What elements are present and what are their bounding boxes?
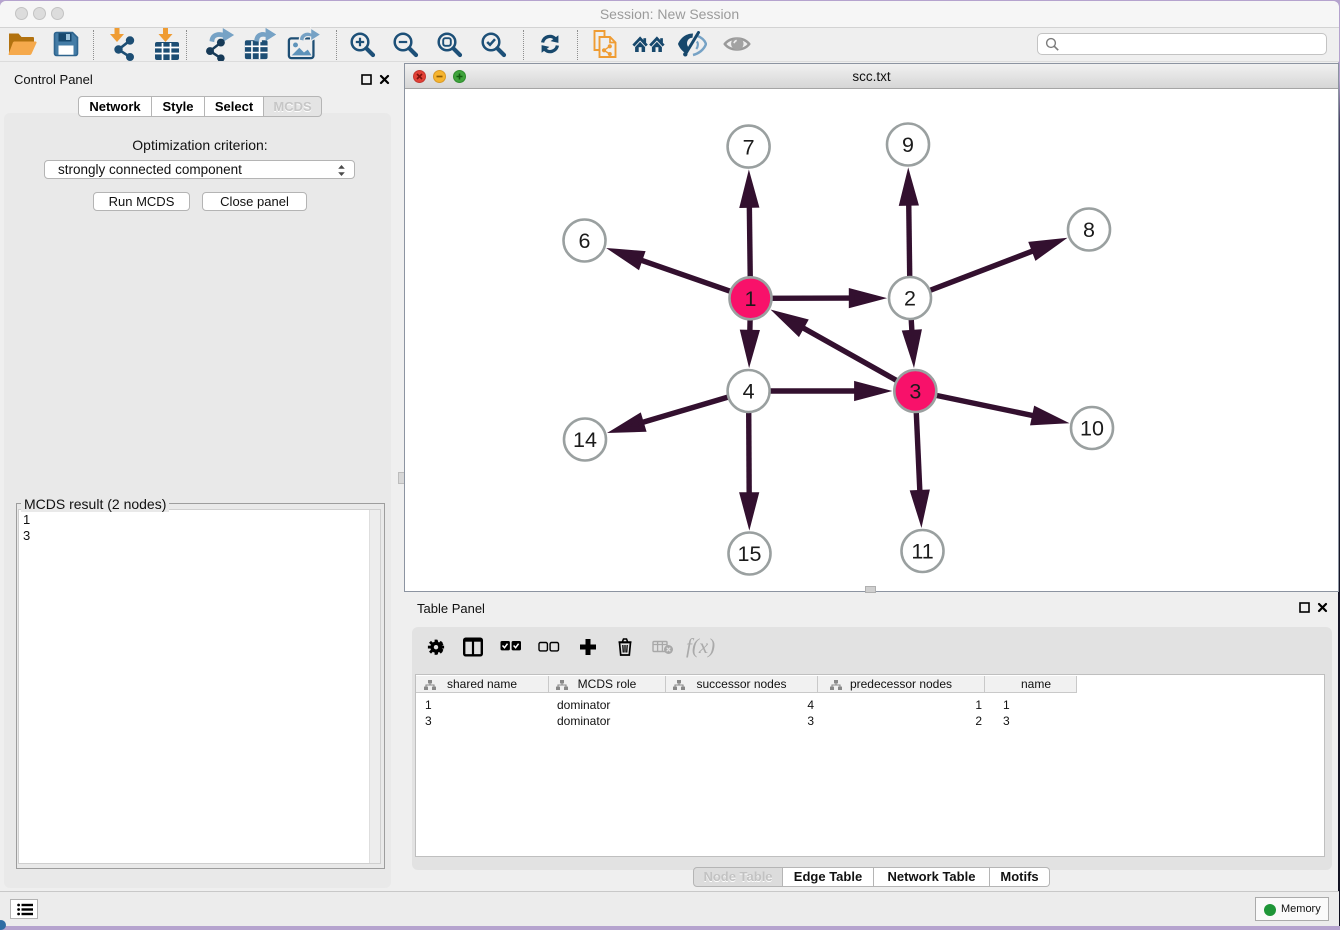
svg-text:9: 9 (902, 133, 914, 157)
svg-text:10: 10 (1080, 417, 1104, 441)
svg-text:15: 15 (738, 542, 762, 566)
svg-text:8: 8 (1083, 218, 1095, 242)
svg-text:14: 14 (573, 428, 597, 452)
svg-text:11: 11 (911, 540, 933, 564)
svg-text:4: 4 (743, 380, 755, 404)
svg-text:7: 7 (743, 135, 755, 159)
svg-text:6: 6 (579, 229, 591, 253)
svg-text:1: 1 (745, 287, 757, 311)
svg-text:3: 3 (909, 380, 921, 404)
svg-text:2: 2 (904, 287, 916, 311)
